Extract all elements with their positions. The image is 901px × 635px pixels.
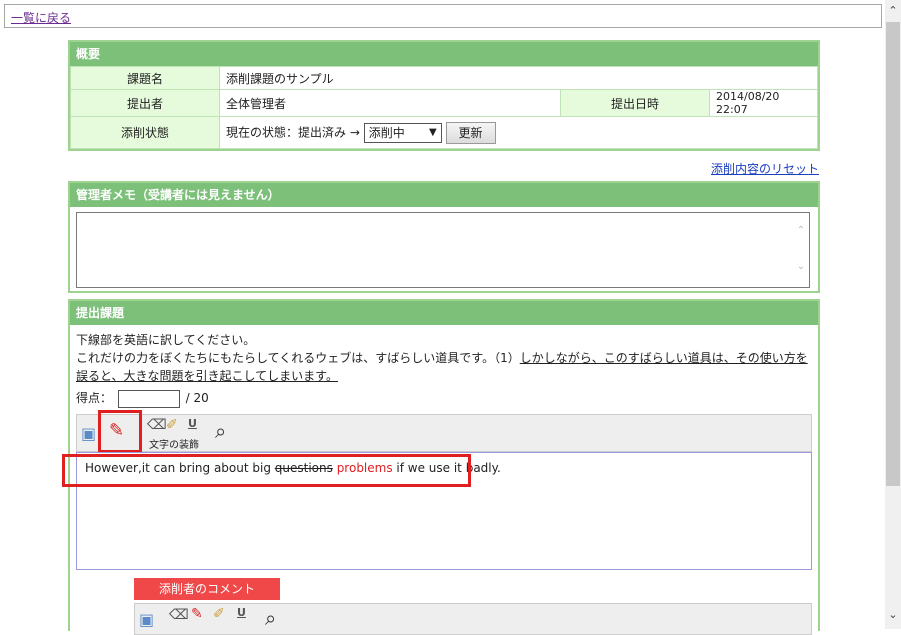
instruction-text: 下線部を英語に訳してください。: [76, 333, 256, 347]
comment-image-icon[interactable]: ▣: [139, 610, 154, 629]
summary-header: 概要: [70, 42, 818, 66]
comment-underline-icon[interactable]: U: [237, 606, 246, 619]
status-label: 添削状態: [70, 116, 220, 149]
image-icon[interactable]: ▣: [81, 424, 96, 443]
memo-scroll-up-icon[interactable]: ⌃: [793, 225, 809, 236]
scroll-up-icon[interactable]: ⌃: [885, 2, 901, 20]
submitter-value: 全体管理者: [219, 89, 561, 117]
assignment-panel: 提出課題 下線部を英語に訳してください。 これだけの力をぼくたちにもたらしてくれ…: [62, 299, 820, 635]
status-select-value: 添削中: [368, 125, 405, 140]
comment-eraser-icon[interactable]: ⌫: [169, 607, 189, 623]
answer-toolbar: ▣ ✎ ⌫ ✐ U 文字の装飾 ⌕: [76, 414, 812, 452]
comment-toolbar: ▣ ⌫ ✎ ✐ U ⌕: [134, 603, 812, 635]
memo-panel: 管理者メモ（受講者には見えません） ⌃ ⌄: [68, 181, 820, 293]
memo-header: 管理者メモ（受講者には見えません）: [70, 183, 818, 207]
status-text: 現在の状態：提出済み →: [226, 125, 360, 139]
assignment-body: 下線部を英語に訳してください。 これだけの力をぼくたちにもたらしてくれるウェブは…: [70, 325, 818, 408]
memo-scroll-down-icon[interactable]: ⌄: [793, 261, 809, 272]
date-label: 提出日時: [560, 89, 710, 117]
answer-highlight-box: [62, 454, 471, 487]
eraser-icon[interactable]: ⌫: [147, 417, 167, 433]
summary-table: 課題名 添削課題のサンプル 提出者 全体管理者 提出日時 2014/08/20 …: [70, 66, 818, 149]
preview-icon[interactable]: ⌕: [215, 419, 226, 443]
date-value: 2014/08/20 22:07: [709, 89, 818, 117]
decoration-label: 文字の装飾: [149, 440, 199, 451]
scroll-down-icon[interactable]: ⌄: [885, 606, 901, 624]
chevron-down-icon: ▼: [429, 126, 437, 138]
title-value: 添削課題のサンプル: [219, 66, 818, 90]
comment-button[interactable]: 添削者のコメント: [134, 578, 280, 600]
prompt-plain: これだけの力をぼくたちにもたらしてくれるウェブは、すばらしい道具です。（1）: [76, 351, 520, 365]
pen-highlight-box: [98, 410, 142, 453]
status-cell: 現在の状態：提出済み → 添削中 ▼ 更新: [219, 116, 818, 149]
submitter-label: 提出者: [70, 89, 220, 117]
top-bar: 一覧に戻る: [4, 4, 882, 28]
memo-textarea[interactable]: ⌃ ⌄: [76, 212, 810, 288]
score-label: 得点：: [76, 391, 113, 405]
summary-panel: 概要 課題名 添削課題のサンプル 提出者 全体管理者 提出日時 2014/08/…: [68, 40, 820, 151]
score-row: 得点： / 20: [76, 389, 812, 408]
status-select[interactable]: 添削中 ▼: [363, 122, 442, 143]
update-button[interactable]: 更新: [445, 121, 496, 144]
comment-pen-icon[interactable]: ✎: [191, 606, 203, 622]
memo-scrollbar[interactable]: ⌃ ⌄: [793, 213, 809, 287]
reset-link[interactable]: 添削内容のリセット: [711, 160, 819, 177]
back-link[interactable]: 一覧に戻る: [11, 9, 71, 26]
prompt-text: これだけの力をぼくたちにもたらしてくれるウェブは、すばらしい道具です。（1）しか…: [76, 349, 812, 385]
scroll-thumb[interactable]: [886, 22, 900, 486]
score-max: / 20: [185, 391, 209, 405]
comment-preview-icon[interactable]: ⌕: [265, 606, 276, 630]
score-input[interactable]: [117, 389, 180, 408]
title-label: 課題名: [70, 66, 220, 90]
underline-icon[interactable]: U: [188, 417, 197, 430]
assignment-header: 提出課題: [70, 301, 818, 325]
comment-highlighter-icon[interactable]: ✐: [213, 606, 225, 622]
highlighter-icon[interactable]: ✐: [166, 417, 178, 433]
vertical-scrollbar[interactable]: ⌃ ⌄: [885, 0, 901, 629]
